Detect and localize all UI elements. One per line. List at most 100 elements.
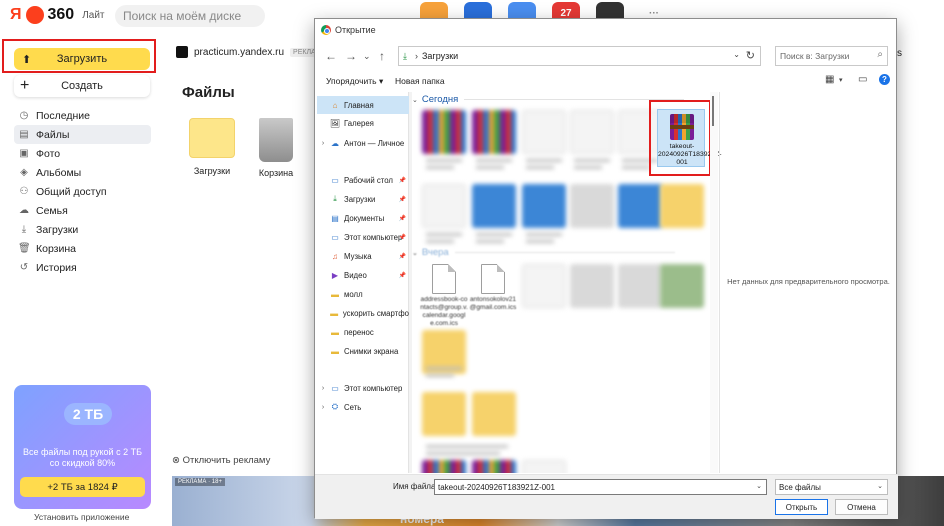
view-grid-icon[interactable]: ▦ (825, 74, 834, 85)
tree-item[interactable]: › ⛭ Сеть (317, 398, 409, 416)
view-dropdown-icon[interactable]: ▾ (839, 76, 843, 84)
upload-button[interactable]: ⬆ Загрузить (14, 48, 150, 70)
sidebar-item[interactable]: ◷ Последние (14, 106, 151, 125)
tree-item[interactable]: ▬ перенос (317, 323, 409, 341)
recent-chevron-icon[interactable]: ⌄ (363, 51, 371, 62)
blurred-file-thumb[interactable] (422, 460, 466, 473)
blurred-file-thumb[interactable] (570, 184, 614, 228)
group-header-yesterday[interactable]: ⌄ Вчера (412, 247, 675, 258)
clock-icon: ◷ (19, 110, 29, 121)
scrollbar-thumb[interactable] (712, 96, 714, 126)
blurred-file-label (422, 230, 466, 248)
file-list-scrollbar[interactable] (710, 92, 718, 473)
create-button[interactable]: + Создать (14, 75, 150, 97)
refresh-icon[interactable]: ↻ (746, 49, 755, 62)
sidebar-item[interactable]: ▤ Файлы (14, 125, 151, 144)
filetype-dropdown-icon[interactable]: ⌄ (877, 482, 883, 490)
blurred-group-header (422, 442, 512, 460)
group-today-label: Сегодня (421, 94, 459, 105)
tree-item-label: Документы (344, 213, 385, 223)
logo-360: 360 (47, 6, 75, 23)
disable-ad-link[interactable]: ⊗ Отключить рекламу (172, 455, 270, 466)
address-bar[interactable]: ⤓ › Загрузки ⌄ ↻ (398, 46, 761, 66)
sidebar-item[interactable]: 🗑 Корзина (14, 239, 151, 258)
sidebar-item[interactable]: ☁ Семья (14, 201, 151, 220)
preview-pane-icon[interactable]: ▭ (858, 74, 867, 85)
tree-item[interactable]: ▭ Рабочий стол 📌 (317, 171, 409, 189)
blurred-folder-thumb[interactable] (472, 392, 516, 436)
tree-item[interactable]: ▭ Этот компьютер 📌 (317, 228, 409, 246)
blurred-file-thumb[interactable] (618, 264, 662, 308)
tree-item[interactable]: ▶ Видео 📌 (317, 266, 409, 284)
sidebar-item-label: История (36, 261, 77, 274)
sidebar-item[interactable]: ↺ История (14, 258, 151, 277)
new-folder-button[interactable]: Новая папка (395, 76, 445, 86)
blurred-file-thumb[interactable] (522, 184, 566, 228)
tree-item[interactable]: › ☁ Антон — Личное (317, 134, 409, 152)
forward-arrow-icon[interactable]: → (345, 49, 357, 63)
blurred-file-thumb[interactable] (472, 184, 516, 228)
computer-icon: ▭ (331, 383, 339, 393)
blurred-file-thumb[interactable] (522, 460, 566, 473)
back-arrow-icon[interactable]: ← (325, 49, 337, 63)
filetype-select[interactable]: Все файлы ⌄ (775, 479, 888, 495)
sidebar-item[interactable]: ▣ Фото (14, 144, 151, 163)
promo-button[interactable]: +2 ТБ за 1824 ₽ (20, 477, 145, 497)
address-dropdown-icon[interactable]: ⌄ (733, 50, 740, 59)
tree-expand-chevron-icon[interactable]: › (317, 404, 329, 411)
yandex-360-logo[interactable]: Я 360 Лайт (10, 6, 105, 24)
help-icon[interactable]: ? (879, 74, 890, 85)
tree-item[interactable]: ⌂ Главная (317, 96, 409, 114)
blurred-file-thumb[interactable] (472, 110, 516, 154)
blurred-file-thumb[interactable] (422, 110, 466, 154)
cancel-button[interactable]: Отмена (835, 499, 888, 515)
downloads-folder-tile[interactable]: Загрузки (182, 118, 242, 176)
calendar-file-icon[interactable] (432, 264, 456, 294)
sidebar-item-label: Фото (36, 147, 61, 160)
selected-file-tile[interactable]: takeout-20240926T183921Z-001 (657, 109, 722, 167)
tree-item[interactable]: 🖼 Галерея (317, 114, 409, 132)
organize-menu[interactable]: Упорядочить ▾ (326, 76, 383, 87)
install-app-link[interactable]: Установить приложение (34, 512, 129, 522)
blurred-file-label (472, 230, 516, 248)
sidebar-item[interactable]: ⚇ Общий доступ (14, 182, 151, 201)
blurred-file-thumb[interactable] (522, 110, 566, 154)
tree-item-label: ускорить смартфо (342, 308, 409, 318)
blurred-file-thumb[interactable] (472, 460, 516, 473)
tree-item[interactable]: ♫ Музыка 📌 (317, 247, 409, 265)
disk-search-input[interactable]: Поиск на моём диске (115, 5, 265, 27)
blurred-file-thumb[interactable] (660, 184, 704, 228)
open-button[interactable]: Открыть (775, 499, 828, 515)
promo-card[interactable]: 2 ТБ Все файлы под рукой с 2 ТБ со скидк… (14, 385, 151, 509)
blurred-file-thumb[interactable] (422, 184, 466, 228)
up-arrow-icon[interactable]: ↑ (379, 49, 385, 63)
tree-item[interactable]: ⤓ Загрузки 📌 (317, 190, 409, 208)
blurred-file-thumb[interactable] (570, 110, 614, 154)
calendar-file-icon[interactable] (481, 264, 505, 294)
ad-domain: practicum.yandex.ru (194, 46, 285, 58)
trash-tile[interactable]: Корзина (246, 118, 306, 178)
tree-item[interactable]: ▬ Снимки экрана (317, 342, 409, 360)
group-header-today[interactable]: ⌄ Сегодня (412, 94, 685, 105)
blurred-file-thumb[interactable] (522, 264, 566, 308)
banner-ad-tag: РЕКЛАМА · 18+ (175, 478, 225, 486)
dialog-search-input[interactable]: Поиск в: Загрузки ⌕ (775, 46, 888, 66)
tree-expand-chevron-icon[interactable]: › (317, 140, 329, 147)
blurred-file-thumb[interactable] (660, 264, 704, 308)
blurred-folder-thumb[interactable] (422, 392, 466, 436)
tree-item[interactable]: ▤ Документы 📌 (317, 209, 409, 227)
tree-expand-chevron-icon[interactable]: › (317, 385, 329, 392)
filename-dropdown-icon[interactable]: ⌄ (756, 482, 762, 490)
sidebar-item[interactable]: ◈ Альбомы (14, 163, 151, 182)
filename-input[interactable]: takeout-20240926T183921Z-001 ⌄ (434, 479, 767, 495)
tree-item[interactable]: › ▭ Этот компьютер (317, 379, 409, 397)
tree-item[interactable]: ▬ ускорить смартфо (317, 304, 409, 322)
sidebar-item-label: Семья (36, 204, 68, 217)
blurred-file-thumb[interactable] (618, 184, 662, 228)
blurred-file-thumb[interactable] (570, 264, 614, 308)
sidebar-item[interactable]: ⤓ Загрузки (14, 220, 151, 239)
breadcrumb[interactable]: Загрузки (422, 51, 458, 61)
promo-badge: 2 ТБ (64, 403, 112, 425)
tree-item[interactable]: ▬ молл (317, 285, 409, 303)
upload-icon: ⬆ (22, 53, 32, 66)
